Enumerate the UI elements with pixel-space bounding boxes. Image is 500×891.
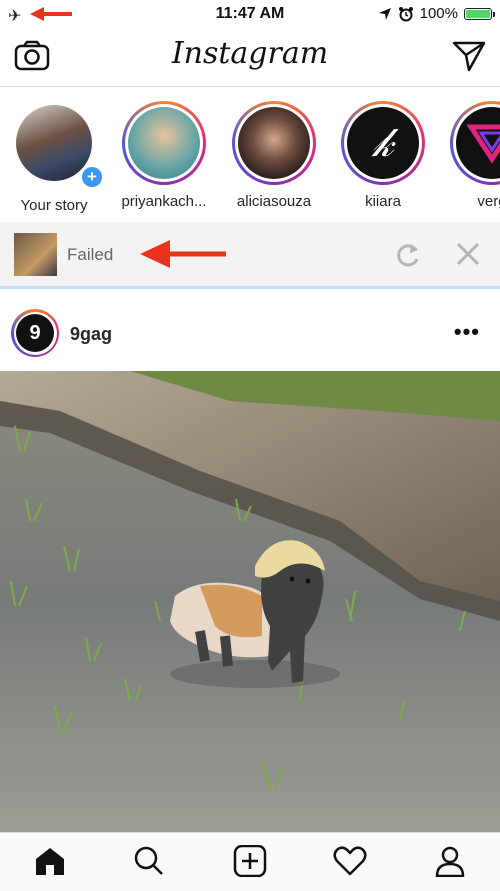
search-icon[interactable] — [133, 845, 165, 877]
activity-heart-icon[interactable] — [333, 845, 367, 877]
post-photo[interactable] — [0, 371, 500, 832]
battery-percent: 100% — [419, 5, 458, 22]
upload-thumbnail — [14, 233, 57, 276]
home-icon[interactable] — [33, 845, 67, 877]
close-icon[interactable] — [455, 241, 481, 267]
story-item-verg[interactable]: verg — [442, 101, 500, 210]
upload-status-bar: Failed — [0, 222, 500, 289]
status-bar: ✈ 11:47 AM 100% — [0, 0, 500, 28]
story-name: kiiara — [365, 193, 401, 210]
kiiara-logo-icon: 𝓀 — [372, 120, 394, 166]
more-options-icon[interactable]: ••• — [454, 319, 480, 345]
avatar[interactable]: 9 — [11, 309, 59, 357]
story-name: verg — [477, 193, 500, 210]
direct-message-icon[interactable] — [452, 40, 486, 72]
profile-icon[interactable] — [434, 845, 466, 877]
upload-status-label: Failed — [67, 245, 114, 264]
avatar — [456, 107, 500, 179]
location-icon — [378, 7, 391, 20]
triangle-logo-icon — [467, 124, 500, 163]
story-item-kiiara[interactable]: 𝓀 kiiara — [333, 101, 433, 210]
add-story-icon[interactable]: + — [80, 165, 104, 189]
retry-icon[interactable] — [394, 241, 422, 269]
app-logo: Instagram — [171, 36, 329, 71]
avatar — [238, 107, 310, 179]
alarm-icon — [398, 6, 413, 21]
avatar — [128, 107, 200, 179]
story-item-priyankach[interactable]: priyankach... — [114, 101, 214, 210]
battery-icon — [464, 7, 495, 20]
story-item-your-story[interactable]: + Your story — [4, 101, 104, 214]
stories-tray: + Your story priyankach... aliciasouza 𝓀… — [0, 87, 500, 221]
post-username[interactable]: 9gag — [70, 324, 112, 345]
bottom-tab-bar — [0, 832, 500, 891]
story-name: aliciasouza — [236, 193, 312, 210]
new-post-icon[interactable] — [233, 845, 267, 877]
9gag-logo-icon: 9 — [16, 314, 54, 352]
top-nav-bar: Instagram — [0, 28, 500, 87]
story-name: Your story — [20, 197, 88, 214]
story-item-aliciasouza[interactable]: aliciasouza — [224, 101, 324, 210]
avatar: 𝓀 — [347, 107, 419, 179]
avatar — [16, 105, 92, 181]
annotation-arrow-icon — [140, 240, 226, 268]
story-name: priyankach... — [121, 193, 207, 210]
post-header: 9 9gag ••• — [0, 289, 500, 371]
